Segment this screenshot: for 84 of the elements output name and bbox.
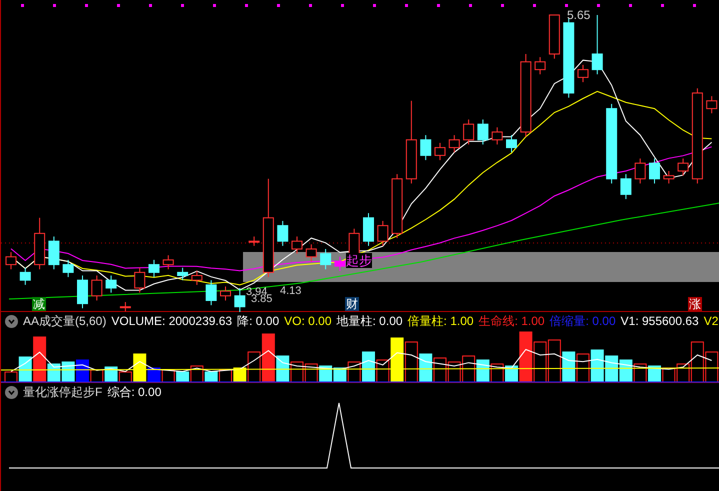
candlestick	[277, 220, 288, 246]
indicator-value: 地量柱: 0.00	[336, 313, 403, 330]
indicator-value: 降: 0.00	[237, 313, 280, 330]
candlestick	[477, 119, 488, 145]
price-label: 5.65	[567, 7, 590, 24]
candlestick	[592, 14, 603, 75]
volume-bar	[476, 360, 490, 382]
candlestick	[292, 236, 302, 254]
candlestick	[62, 259, 74, 278]
candlestick	[492, 126, 503, 145]
marker-label: 财	[345, 297, 359, 311]
volume-bar	[576, 354, 590, 382]
candlestick	[434, 142, 446, 161]
marker-label: 减	[32, 297, 46, 311]
indicator-value: 生命线: 1.00	[478, 313, 545, 330]
candlestick	[334, 256, 346, 272]
price-label: 4.13	[280, 285, 302, 297]
candlestick	[377, 220, 388, 246]
volume-bar	[619, 360, 632, 382]
volume-bar	[434, 358, 446, 382]
volume-bar	[419, 354, 432, 382]
indicator-value: VO: 0.00	[284, 313, 332, 330]
volume-bar	[290, 362, 304, 382]
candlestick	[548, 14, 560, 60]
collapse-icon[interactable]	[5, 386, 18, 398]
volume-bar	[648, 366, 661, 382]
candlestick	[448, 134, 460, 153]
volume-bar	[162, 370, 175, 382]
candlestick	[234, 288, 246, 312]
candlestick	[663, 170, 674, 184]
volume-bar	[562, 352, 576, 382]
candlestick	[34, 217, 46, 270]
panel-title: AA成交量(5,60)	[23, 313, 106, 330]
collapse-icon[interactable]	[5, 314, 18, 328]
indicator-value: 倍缩量: 0.00	[550, 313, 616, 330]
volume-bar	[605, 356, 618, 382]
candlestick	[420, 134, 432, 161]
candlestick	[649, 158, 660, 184]
candlestick	[191, 270, 202, 286]
candlestick	[220, 286, 231, 301]
volume-bar	[548, 340, 561, 382]
candlestick	[106, 275, 117, 294]
volume-bar	[448, 362, 461, 382]
candlestick	[206, 280, 217, 306]
volume-bar	[404, 342, 418, 382]
candlestick	[306, 244, 317, 262]
candlestick	[148, 259, 160, 278]
volume-bar	[304, 364, 318, 382]
candlestick	[20, 267, 31, 286]
signal-label: 起步	[346, 253, 372, 268]
candlestick	[578, 64, 588, 83]
volume-bar	[219, 370, 232, 382]
candlestick	[463, 119, 474, 145]
volume-bar	[634, 364, 647, 382]
candlestick	[678, 158, 689, 176]
volume-bar	[590, 350, 604, 382]
volume-bar	[462, 356, 476, 382]
panel-title: 量化涨停起步F	[23, 384, 102, 401]
volume-bar	[333, 368, 346, 382]
candlestick	[506, 134, 517, 153]
candlestick	[134, 267, 146, 294]
candlestick	[634, 158, 646, 184]
marker-label: 涨	[688, 297, 702, 311]
candlestick	[392, 174, 403, 239]
volume-bar	[490, 364, 504, 382]
candlestick	[534, 56, 546, 75]
candlestick	[6, 252, 16, 270]
indicator-value: V2:	[704, 313, 719, 330]
indicator-value: VOLUME: 2000239.63	[111, 313, 232, 330]
candlestick	[320, 248, 332, 270]
candlestick	[363, 212, 374, 246]
candlestick	[77, 275, 88, 309]
candlestick	[120, 302, 131, 312]
candlestick	[162, 254, 174, 270]
candlestick	[620, 174, 632, 200]
indicator-value: V1: 955600.63	[620, 313, 699, 330]
volume-bar	[534, 342, 547, 382]
indicator-value: 综合: 0.00	[107, 384, 162, 401]
indicator-value: 倍量柱: 1.00	[408, 313, 474, 330]
candlestick	[248, 236, 260, 246]
candlestick	[48, 236, 60, 270]
candlestick	[177, 267, 188, 281]
candlestick	[91, 275, 102, 301]
volume-bar	[62, 362, 75, 382]
